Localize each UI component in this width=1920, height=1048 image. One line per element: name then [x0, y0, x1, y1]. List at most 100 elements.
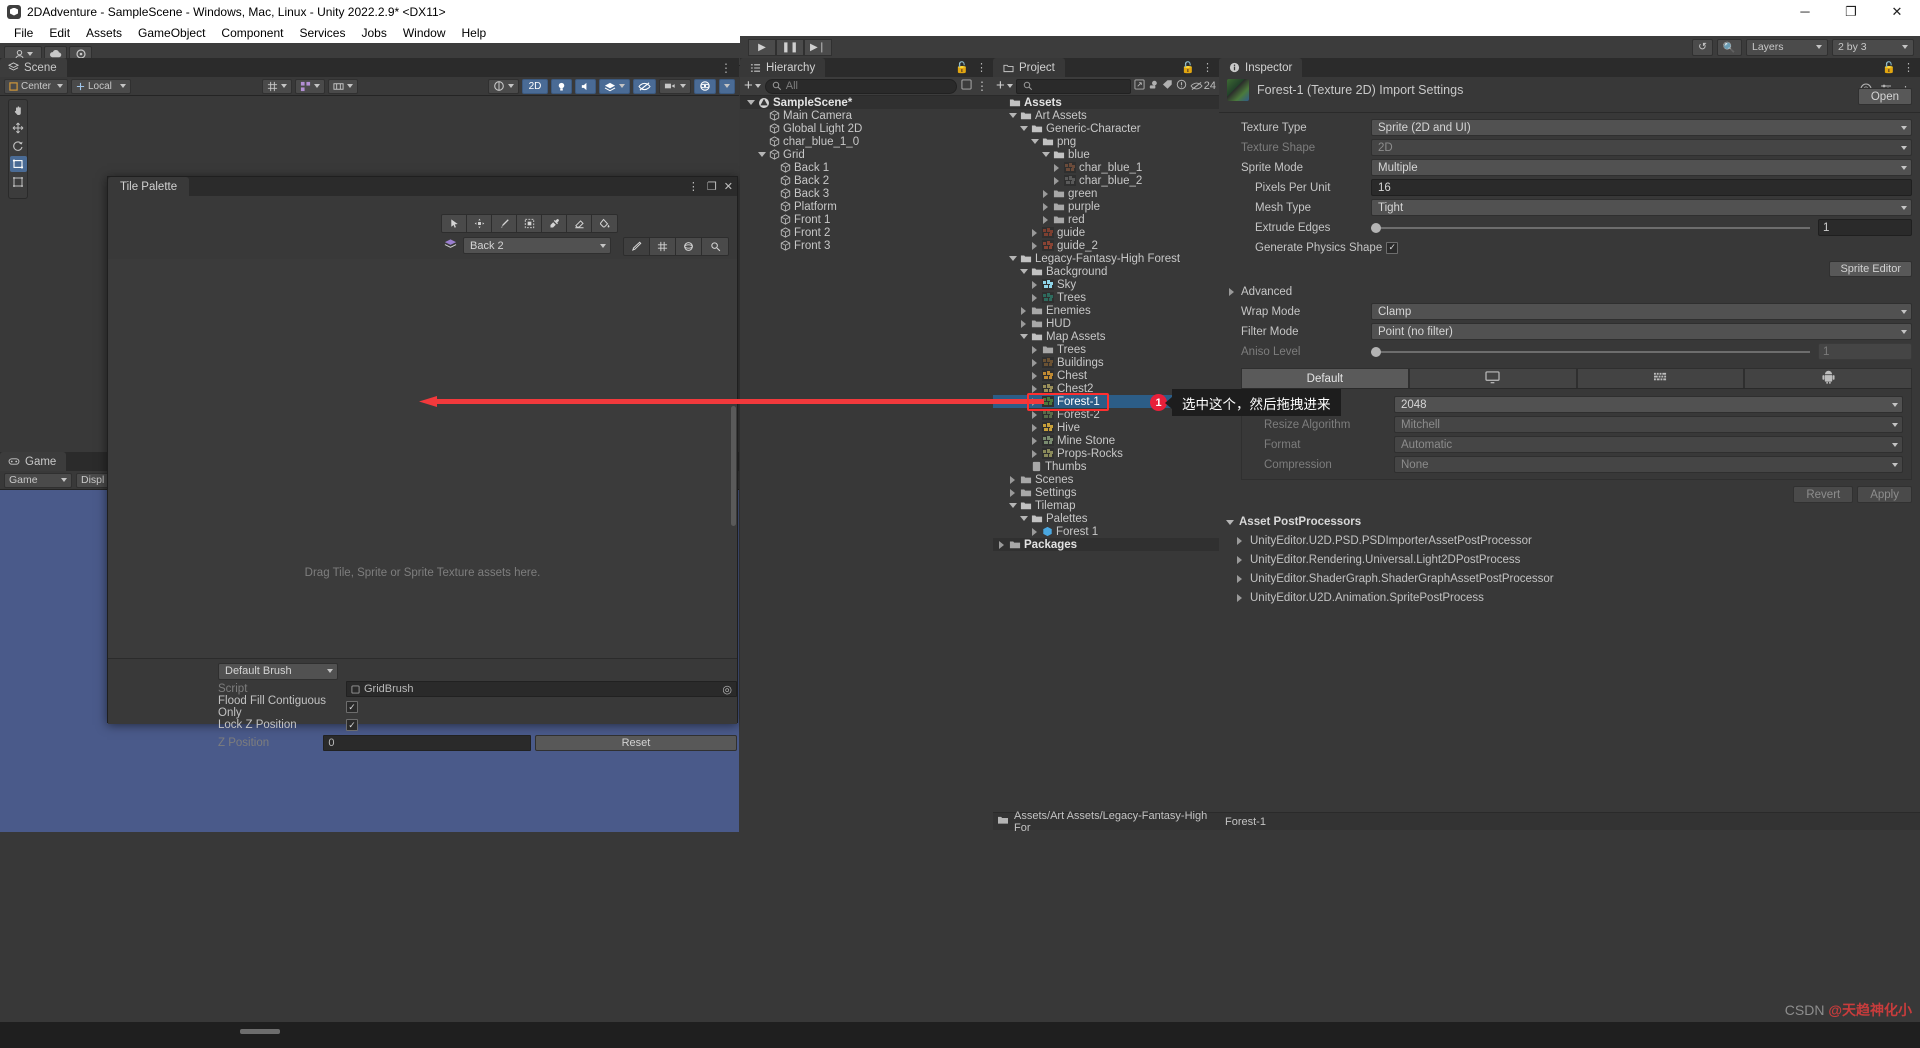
field-dropdown[interactable]: 2048	[1394, 396, 1903, 413]
tree-item[interactable]: Back 3	[740, 187, 993, 200]
hidden-assets-toggle[interactable]: 24	[1190, 80, 1216, 92]
chevron-right-icon[interactable]	[1008, 488, 1017, 497]
close-panel-icon[interactable]: ✕	[724, 180, 733, 193]
camera-settings-dropdown[interactable]	[659, 78, 691, 94]
slider-knob[interactable]	[1371, 346, 1381, 357]
tree-item[interactable]: Grid	[740, 148, 993, 161]
tree-item[interactable]: char_blue_1_0	[740, 135, 993, 148]
panel-menu-icon[interactable]: ⋮	[1202, 61, 1214, 74]
toggle-2d-button[interactable]: 2D	[522, 78, 548, 94]
menu-window[interactable]: Window	[395, 25, 454, 41]
tab-inspector[interactable]: Inspector	[1219, 58, 1303, 77]
tree-item[interactable]: Forest 1	[993, 525, 1219, 538]
select-tool-icon[interactable]	[442, 215, 467, 232]
grid-snap-dropdown[interactable]	[261, 78, 292, 94]
warning-filter-icon[interactable]	[1176, 79, 1187, 93]
chevron-right-icon[interactable]	[1030, 358, 1039, 367]
game-view-dropdown[interactable]: Game	[4, 472, 72, 488]
tree-item[interactable]: Legacy-Fantasy-High Forest	[993, 252, 1219, 265]
advanced-foldout[interactable]: Advanced	[1219, 283, 1920, 300]
move-tool-icon[interactable]	[467, 215, 492, 232]
tree-item[interactable]: guide_2	[993, 239, 1219, 252]
field-dropdown[interactable]: Tight	[1371, 199, 1912, 216]
brush-dropdown[interactable]: Default Brush	[218, 662, 338, 680]
postprocessor-item[interactable]: UnityEditor.U2D.PSD.PSDImporterAssetPost…	[1219, 531, 1920, 550]
maximize-panel-icon[interactable]: ❐	[707, 180, 717, 193]
chevron-right-icon[interactable]	[1030, 371, 1039, 380]
field-dropdown[interactable]: 2D	[1371, 139, 1912, 156]
tree-item[interactable]: Map Assets	[993, 330, 1219, 343]
tree-item[interactable]: Generic-Character	[993, 122, 1219, 135]
chevron-down-icon[interactable]	[1008, 111, 1017, 120]
paint-brush-icon[interactable]	[492, 215, 517, 232]
chevron-right-icon[interactable]	[1030, 397, 1039, 406]
slider-track[interactable]	[1371, 222, 1810, 233]
menu-jobs[interactable]: Jobs	[353, 25, 394, 41]
hierarchy-filter-icon[interactable]	[961, 79, 972, 93]
tree-item[interactable]: Front 2	[740, 226, 993, 239]
platform-tab-standalone-monitor-icon[interactable]	[1408, 368, 1577, 388]
pivot-dropdown[interactable]: Center	[4, 78, 68, 94]
undo-history-button[interactable]: ↺	[1692, 38, 1713, 56]
layers-dropdown[interactable]: Layers	[1746, 38, 1828, 56]
palette-scrollbar[interactable]	[731, 406, 736, 526]
chevron-right-icon[interactable]	[1030, 410, 1039, 419]
menu-edit[interactable]: Edit	[41, 25, 78, 41]
lock-icon[interactable]: 🔓	[955, 61, 969, 74]
slider-value-input[interactable]: 1	[1818, 219, 1912, 236]
chevron-down-icon[interactable]	[1019, 332, 1028, 341]
chevron-right-icon[interactable]	[1041, 189, 1050, 198]
handle-dropdown[interactable]: Local	[71, 78, 131, 94]
tree-item[interactable]: guide	[993, 226, 1219, 239]
gizmos-toggle-button[interactable]	[694, 78, 716, 94]
object-picker-icon[interactable]: ◎	[722, 683, 732, 696]
chevron-down-icon[interactable]	[746, 98, 755, 107]
tab-game[interactable]: Game	[0, 452, 67, 471]
tree-item[interactable]: Settings	[993, 486, 1219, 499]
tree-item[interactable]: Main Camera	[740, 109, 993, 122]
tree-item[interactable]: Platform	[740, 200, 993, 213]
z-position-input[interactable]: 0	[323, 735, 531, 751]
hierarchy-search-input[interactable]: All	[764, 78, 957, 94]
edit-pencil-icon[interactable]	[624, 238, 650, 255]
postprocessor-item[interactable]: UnityEditor.Rendering.Universal.Light2DP…	[1219, 550, 1920, 569]
shading-mode-dropdown[interactable]	[488, 78, 519, 94]
search-icon-button[interactable]: 🔍	[1716, 38, 1742, 56]
gizmo-icon[interactable]	[676, 238, 702, 255]
slider-track[interactable]	[1371, 346, 1810, 357]
hierarchy-more-icon[interactable]: ⋮	[976, 79, 989, 93]
minimize-button[interactable]: ─	[1782, 0, 1828, 23]
tree-item[interactable]: Props-Rocks	[993, 447, 1219, 460]
grid-visibility-dropdown[interactable]	[294, 78, 325, 94]
field-dropdown[interactable]: Clamp	[1371, 303, 1912, 320]
platform-tab-default[interactable]: Default	[1241, 368, 1409, 388]
chevron-down-icon[interactable]	[1019, 514, 1028, 523]
layout-dropdown[interactable]: 2 by 3	[1832, 38, 1914, 56]
project-add-button[interactable]: +	[996, 78, 1013, 93]
menu-help[interactable]: Help	[454, 25, 495, 41]
tab-hierarchy[interactable]: Hierarchy	[740, 58, 826, 77]
move-tool-icon[interactable]	[10, 120, 27, 136]
field-dropdown[interactable]: None	[1394, 456, 1903, 473]
chevron-down-icon[interactable]	[1019, 267, 1028, 276]
chevron-down-icon[interactable]	[757, 150, 766, 159]
field-slider[interactable]: 1	[1371, 343, 1912, 360]
chevron-right-icon[interactable]	[1030, 228, 1039, 237]
tree-item[interactable]: Background	[993, 265, 1219, 278]
chevron-down-icon[interactable]	[1030, 137, 1039, 146]
tree-item[interactable]: Trees	[993, 291, 1219, 304]
filter-by-label-icon[interactable]	[1162, 79, 1173, 93]
toggle-lighting-button[interactable]	[551, 78, 572, 94]
step-button[interactable]: ▶❘	[804, 38, 832, 56]
sprite-editor-button[interactable]: Sprite Editor	[1829, 261, 1912, 277]
platform-tab-android-icon[interactable]	[1744, 368, 1912, 388]
chevron-right-icon[interactable]	[1008, 475, 1017, 484]
lock-icon[interactable]: 🔓	[1882, 61, 1896, 74]
field-dropdown[interactable]: Mitchell	[1394, 416, 1903, 433]
menu-file[interactable]: File	[6, 25, 41, 41]
brush-script-field[interactable]: GridBrush ◎	[346, 681, 737, 697]
postprocessor-item[interactable]: UnityEditor.U2D.Animation.SpritePostProc…	[1219, 588, 1920, 607]
tree-item[interactable]: Front 1	[740, 213, 993, 226]
tree-item[interactable]: Tilemap	[993, 499, 1219, 512]
chevron-down-icon[interactable]	[1041, 150, 1050, 159]
